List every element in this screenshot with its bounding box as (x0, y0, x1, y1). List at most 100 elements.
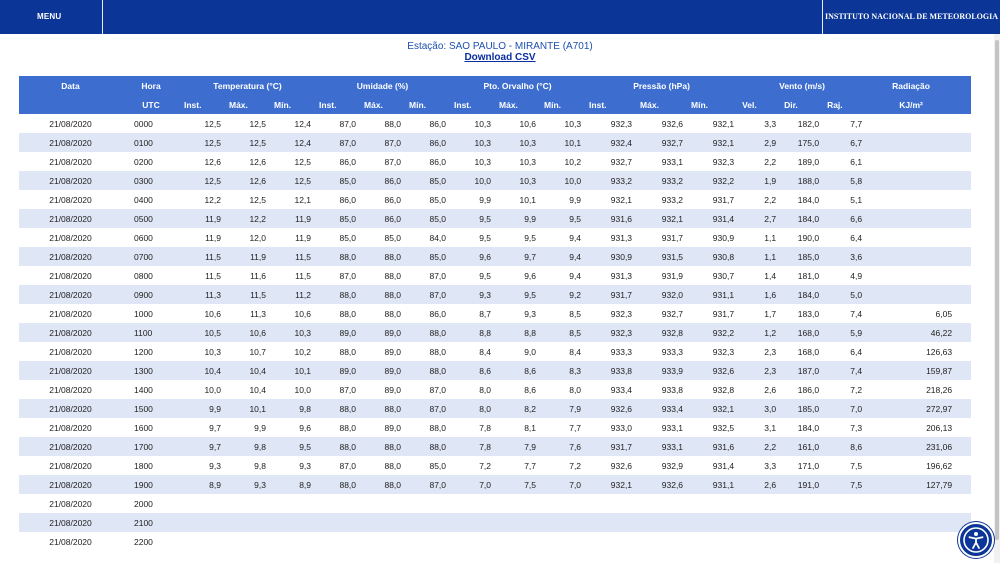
sub-header-cell: mm (956, 95, 971, 114)
table-cell: 2100 (122, 513, 180, 532)
menu-button[interactable]: MENU (0, 0, 103, 34)
table-cell (225, 494, 270, 513)
table-cell: 931,7 (585, 437, 637, 456)
table-cell: 1500 (122, 399, 180, 418)
table-cell: 88,0 (315, 437, 361, 456)
table-cell: 1,6 (738, 285, 781, 304)
table-cell: 10,6 (519, 118, 537, 129)
table-cell: 168,0 (797, 346, 820, 357)
table-cell: 9,3 (299, 460, 312, 471)
table-row: 21/08/2020 1400 10,0 10,4 10,0 87,0 89,0 87,0 8,… (19, 380, 971, 399)
sub-header-cell: Máx. (360, 95, 406, 114)
table-cell: 185,0 (780, 247, 824, 266)
table-cell: 191,0 (780, 475, 824, 494)
table-cell: 1,1 (764, 232, 777, 243)
sub-header-cell: Mín. (540, 95, 586, 114)
table-cell: 86,0 (429, 118, 447, 129)
table-cell: 10,1 (519, 194, 537, 205)
table-cell: 88,0 (360, 247, 406, 266)
table-cell: 9,8 (225, 437, 270, 456)
table-cell: 10,3 (495, 133, 541, 152)
table-cell: 88,0 (360, 285, 406, 304)
sub-header-cell: Inst. (585, 95, 637, 114)
table-cell: 9,9 (479, 194, 492, 205)
table-row: 21/08/2020 1100 10,5 10,6 10,3 89,0 89,0 88,0 8,… (19, 323, 971, 342)
table-cell: 931,4 (687, 209, 739, 228)
header-umidade: Umidade (%) (315, 76, 451, 95)
scrollbar-thumb[interactable] (995, 40, 999, 540)
table-cell: 10,6 (225, 323, 270, 342)
download-csv-link[interactable]: Download CSV (0, 52, 1000, 63)
table-cell: 10,6 (204, 308, 221, 319)
table-cell: 12,4 (270, 133, 316, 152)
sub-header-cell: Vel. (738, 95, 781, 114)
table-cell: 10,3 (474, 118, 492, 129)
table-cell: 933,1 (636, 437, 688, 456)
table-cell: 932,7 (636, 133, 688, 152)
table-cell: 9,0 (524, 346, 537, 357)
table-cell: 10,4 (249, 384, 266, 395)
table-cell: 931,7 (661, 232, 684, 243)
table-cell: 0,2 (956, 171, 971, 190)
table-cell: 10,3 (450, 133, 496, 152)
table-cell: 7,0 (540, 475, 586, 494)
table-row: 21/08/2020 1600 9,7 9,9 9,6 88,0 89,0 88,0 7,8 8,… (19, 418, 971, 437)
table-cell: 8,0 (569, 384, 582, 395)
accessibility-button[interactable] (958, 522, 994, 558)
table-cell: 0,0 (956, 152, 971, 171)
table-cell: 88,0 (315, 475, 361, 494)
table-cell (636, 532, 687, 551)
table-cell: 87,0 (339, 384, 357, 395)
table-cell: 88,0 (384, 270, 402, 281)
table-cell: 0,0 (956, 209, 971, 228)
table-cell: 21/08/2020 (49, 460, 92, 471)
table-cell: 88,0 (405, 437, 451, 456)
institute-name[interactable]: INSTITUTO NACIONAL DE METEOROLOGIA (822, 0, 1000, 34)
table-cell: 11,5 (180, 247, 225, 266)
table-cell: 1200 (134, 346, 153, 357)
data-table-container: Data Hora Temperatura (°C) Umidade (%) P… (19, 76, 971, 556)
table-cell: 9,7 (209, 422, 221, 433)
table-cell: 8,0 (450, 399, 496, 418)
table-row: 21/08/2020 0800 11,5 11,6 11,5 87,0 88,0 87,0 9,… (19, 266, 971, 285)
table-cell: 196,62 (926, 460, 953, 471)
table-cell: 0,0 (956, 114, 971, 133)
table-cell: 85,0 (315, 209, 361, 228)
table-cell (360, 494, 405, 513)
table-cell: 86,0 (429, 308, 447, 319)
table-cell: 7,0 (823, 399, 867, 418)
table-cell: 1,7 (764, 308, 777, 319)
table-cell: 8,3 (540, 361, 586, 380)
table-cell: 89,0 (315, 361, 361, 380)
table-cell: 184,0 (780, 209, 824, 228)
table-cell: 184,0 (797, 194, 820, 205)
table-cell: 9,7 (180, 437, 225, 456)
table-cell: 2000 (134, 498, 153, 509)
table-cell: 932,1 (585, 475, 637, 494)
sub-header-cell: UTC (122, 95, 180, 114)
table-cell: 931,1 (687, 475, 739, 494)
table-cell: 11,5 (295, 270, 312, 281)
table-cell: 931,9 (661, 270, 684, 281)
table-cell: 21/08/2020 (19, 133, 122, 152)
table-cell: 127,79 (866, 475, 957, 494)
table-cell: 932,6 (687, 361, 739, 380)
table-cell (315, 494, 360, 513)
table-cell: 6,4 (850, 232, 863, 243)
table-cell: 85,0 (405, 209, 451, 228)
table-cell: 21/08/2020 (19, 437, 122, 456)
table-cell: 182,0 (797, 118, 820, 129)
table-cell: 932,1 (687, 399, 739, 418)
table-cell: 933,8 (585, 361, 637, 380)
table-cell: 86,0 (429, 156, 447, 167)
table-cell (636, 494, 687, 513)
table-cell: 5,9 (823, 323, 867, 342)
table-cell: 7,2 (850, 384, 863, 395)
table-cell: 21/08/2020 (19, 475, 122, 494)
table-cell: 7,0 (450, 475, 496, 494)
table-cell: 1,4 (764, 270, 777, 281)
table-cell: 7,5 (495, 475, 541, 494)
table-cell (780, 494, 823, 513)
table-cell: 9,3 (225, 475, 270, 494)
table-cell: 9,9 (495, 209, 541, 228)
